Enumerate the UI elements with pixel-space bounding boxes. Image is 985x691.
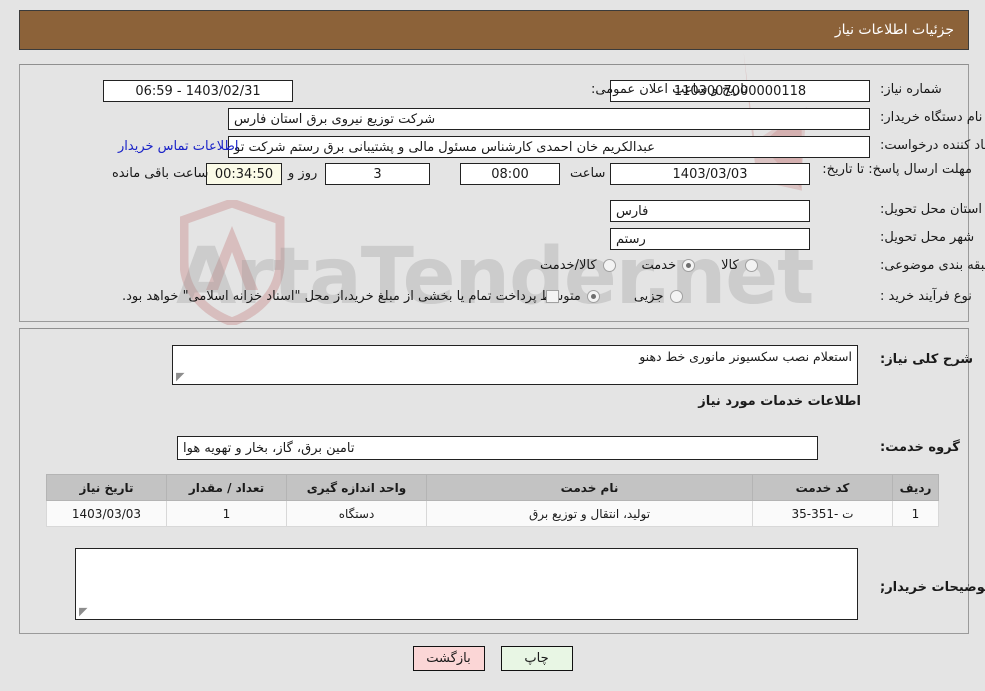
table-header-row: ردیف کد خدمت نام خدمت واحد اندازه گیری ت… xyxy=(46,474,939,501)
deadline-hour-label: ساعت xyxy=(570,166,606,181)
radio-option-kala[interactable]: کالا xyxy=(721,258,758,273)
subject-classification-group: کالا خدمت کالا/خدمت xyxy=(540,258,758,273)
col-service-name: نام خدمت xyxy=(426,474,753,501)
announcement-datetime-label: تاریخ و ساعت اعلان عمومی: xyxy=(591,82,748,97)
service-group-value: تامین برق، گاز، بخار و تهویه هوا xyxy=(183,440,355,456)
back-button[interactable]: بازگشت xyxy=(412,646,485,671)
col-need-date: تاریخ نیاز xyxy=(46,474,167,501)
buyer-notes-label: توضیحات خریدار; xyxy=(880,580,985,595)
need-number-label: شماره نیاز: xyxy=(880,82,942,97)
need-summary-value: استعلام نصب سکسیونر مانوری خط دهنو xyxy=(639,349,852,364)
request-creator-label: ایجاد کننده درخواست: xyxy=(880,138,985,153)
delivery-province-field[interactable]: فارس xyxy=(610,200,810,222)
footer-buttons: بازگشت چاپ xyxy=(0,646,985,671)
radio-option-jozyi[interactable]: جزیی xyxy=(634,289,683,304)
subject-classification-label: طبقه بندی موضوعی: xyxy=(880,258,985,273)
announcement-datetime-field[interactable]: 1403/02/31 - 06:59 xyxy=(103,80,293,102)
need-summary-label: شرح کلی نیاز: xyxy=(880,352,974,367)
cell-need-date: 1403/03/03 xyxy=(46,500,167,527)
service-group-label: گروه خدمت: xyxy=(880,440,960,455)
deadline-date-field[interactable]: 1403/03/03 xyxy=(610,163,810,185)
page-root: جزئیات اطلاعات نیاز ArtaTender.net شماره… xyxy=(0,0,985,691)
purchase-process-label: نوع فرآیند خرید : xyxy=(880,289,972,304)
service-group-field[interactable]: تامین برق، گاز، بخار و تهویه هوا xyxy=(177,436,818,460)
radio-icon[interactable] xyxy=(586,290,600,303)
radio-option-kala-khedmat[interactable]: کالا/خدمت xyxy=(540,258,616,273)
radio-option-khedmat[interactable]: خدمت xyxy=(642,258,696,273)
resize-grip-icon[interactable]: ◥ xyxy=(176,370,186,383)
remaining-time-label: ساعت باقی مانده xyxy=(112,166,209,181)
cell-row-no: 1 xyxy=(892,500,939,527)
remaining-days-label: روز و xyxy=(288,166,318,181)
request-creator-value: عبدالکریم خان احمدی کارشناس مسئول مالی و… xyxy=(234,139,655,155)
buyer-notes-textarea[interactable]: ◥ xyxy=(75,548,858,620)
announcement-datetime-value: 1403/02/31 - 06:59 xyxy=(135,83,261,99)
cell-service-name: تولید، انتقال و توزیع برق xyxy=(426,500,753,527)
treasury-bond-option[interactable]: پرداخت تمام یا بخشی از مبلغ خرید،از محل … xyxy=(122,289,559,304)
remaining-days-field[interactable]: 3 xyxy=(325,163,430,185)
radio-label: کالا/خدمت xyxy=(540,258,597,273)
checkbox-icon[interactable] xyxy=(545,290,559,303)
buyer-org-field[interactable]: شرکت توزیع نیروی برق استان فارس xyxy=(228,108,870,130)
answer-deadline-label: مهلت ارسال پاسخ: تا تاریخ: xyxy=(822,162,972,177)
col-quantity: تعداد / مقدار xyxy=(166,474,287,501)
page-title: جزئیات اطلاعات نیاز xyxy=(19,10,969,50)
cell-quantity: 1 xyxy=(166,500,287,527)
delivery-city-field[interactable]: رستم xyxy=(610,228,810,250)
remaining-time-field: 00:34:50 xyxy=(206,163,282,185)
deadline-time-field[interactable]: 08:00 xyxy=(460,163,560,185)
col-unit: واحد اندازه گیری xyxy=(286,474,427,501)
radio-label: جزیی xyxy=(633,289,664,304)
services-section-heading: اطلاعات خدمات مورد نیاز xyxy=(698,394,861,409)
radio-icon[interactable] xyxy=(602,259,616,272)
remaining-days-value: 3 xyxy=(373,166,382,182)
buyer-org-label: نام دستگاه خریدار: xyxy=(880,110,983,125)
purchase-process-group: جزیی متوسط xyxy=(540,289,683,304)
col-row-no: ردیف xyxy=(892,474,939,501)
buyer-contact-link[interactable]: اطلاعات تماس خریدار xyxy=(118,139,238,154)
radio-icon[interactable] xyxy=(744,259,758,272)
remaining-time-value: 00:34:50 xyxy=(214,166,274,182)
delivery-province-label: استان محل تحویل: xyxy=(880,202,982,217)
deadline-time-value: 08:00 xyxy=(491,166,529,182)
buyer-org-value: شرکت توزیع نیروی برق استان فارس xyxy=(234,111,436,127)
cell-service-code: ت -351-35 xyxy=(752,500,893,527)
request-creator-field[interactable]: عبدالکریم خان احمدی کارشناس مسئول مالی و… xyxy=(228,136,870,158)
delivery-province-value: فارس xyxy=(616,203,649,219)
radio-icon[interactable] xyxy=(682,259,696,272)
col-service-code: کد خدمت xyxy=(752,474,893,501)
print-button[interactable]: چاپ xyxy=(500,646,573,671)
need-summary-textarea[interactable]: استعلام نصب سکسیونر مانوری خط دهنو ◥ xyxy=(172,345,858,385)
services-table: ردیف کد خدمت نام خدمت واحد اندازه گیری ت… xyxy=(46,474,939,527)
page-title-text: جزئیات اطلاعات نیاز xyxy=(834,22,954,38)
delivery-city-value: رستم xyxy=(616,231,646,247)
radio-icon[interactable] xyxy=(669,290,683,303)
table-row: 1 ت -351-35 تولید، انتقال و توزیع برق دس… xyxy=(46,500,939,527)
treasury-bond-text: پرداخت تمام یا بخشی از مبلغ خرید،از محل … xyxy=(122,289,537,304)
cell-unit: دستگاه xyxy=(286,500,427,527)
need-info-panel xyxy=(19,64,969,322)
resize-grip-icon[interactable]: ◥ xyxy=(79,605,89,618)
delivery-city-label: شهر محل تحویل: xyxy=(880,230,975,245)
radio-label: خدمت xyxy=(641,258,677,273)
radio-label: کالا xyxy=(721,258,739,273)
deadline-date-value: 1403/03/03 xyxy=(672,166,748,182)
